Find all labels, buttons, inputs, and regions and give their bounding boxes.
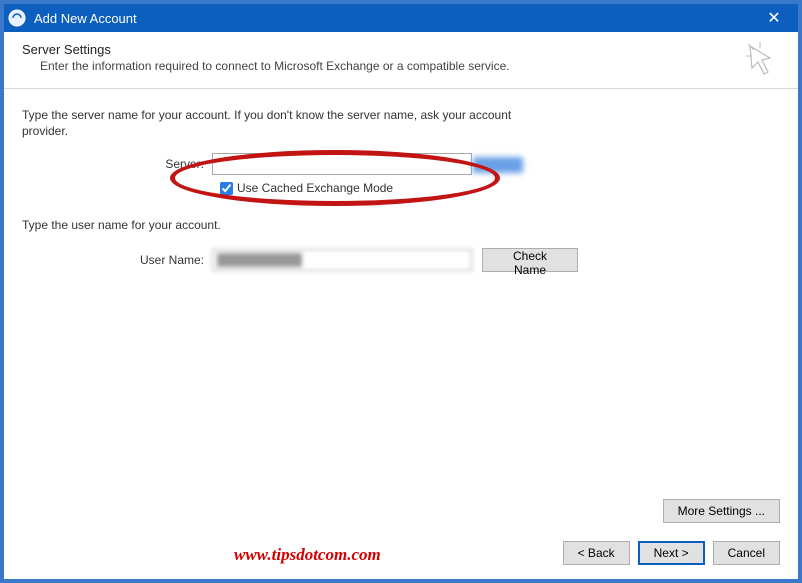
user-instruction: Type the user name for your account. [22,217,522,233]
server-label: Server: [22,157,212,171]
cached-mode-checkbox[interactable] [220,182,233,195]
window-title: Add New Account [34,11,754,26]
titlebar: Add New Account ✕ [4,4,798,32]
watermark: www.tipsdotcom.com [234,545,381,565]
app-icon [8,9,26,27]
next-button[interactable]: Next > [638,541,705,565]
header-band: Server Settings Enter the information re… [4,32,798,89]
more-settings-button[interactable]: More Settings ... [663,499,780,523]
back-button[interactable]: < Back [563,541,630,565]
close-button[interactable]: ✕ [754,8,794,28]
cached-mode-label: Use Cached Exchange Mode [237,181,393,195]
username-label: User Name: [22,253,212,267]
server-instruction: Type the server name for your account. I… [22,107,522,139]
server-input[interactable] [212,153,472,175]
cancel-button[interactable]: Cancel [713,541,780,565]
page-subtitle: Enter the information required to connec… [22,59,746,73]
cursor-icon [746,42,780,76]
username-input[interactable] [212,249,472,271]
redacted-tail [473,157,523,173]
check-name-button[interactable]: Check Name [482,248,578,272]
page-title: Server Settings [22,42,746,57]
